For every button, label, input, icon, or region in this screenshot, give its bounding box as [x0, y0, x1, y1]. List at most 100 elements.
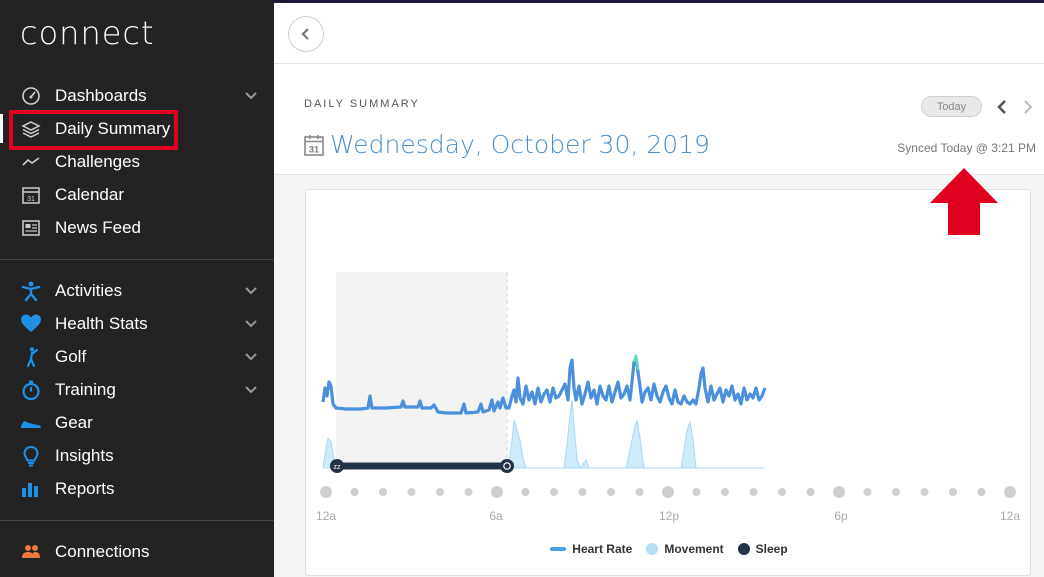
sidebar-item-reports[interactable]: Reports — [0, 472, 274, 505]
time-axis-dot — [692, 488, 701, 496]
sidebar-item-activities[interactable]: Activities — [0, 274, 274, 307]
sidebar-item-label: Golf — [55, 346, 87, 366]
time-axis-dot — [350, 488, 359, 496]
sidebar-item-label: Training — [55, 379, 116, 399]
calendar-day-number: 31 — [309, 144, 319, 154]
chevron-down-icon[interactable] — [244, 382, 258, 396]
time-axis-major-dot — [491, 486, 503, 498]
main-content: DAILY SUMMARY 31 Wednesday, October 30, … — [274, 3, 1044, 577]
app-logo[interactable]: connect — [20, 14, 155, 52]
daily-summary-header: DAILY SUMMARY 31 Wednesday, October 30, … — [274, 64, 1044, 175]
time-axis-major-dot — [662, 486, 674, 498]
sidebar-item-connections[interactable]: Connections — [0, 535, 274, 568]
chart-legend: Heart Rate Movement Sleep — [306, 542, 1032, 556]
today-button[interactable]: Today — [921, 96, 982, 117]
legend-label: Heart Rate — [572, 542, 633, 556]
time-axis-dot — [635, 488, 644, 496]
sidebar-item-label: Reports — [55, 478, 115, 498]
golfer-icon — [20, 346, 42, 368]
legend-swatch — [550, 547, 567, 551]
sidebar-item-label: Connections — [55, 541, 150, 561]
date-line: 31 Wednesday, October 30, 2019 — [304, 130, 710, 159]
sidebar-item-dashboards[interactable]: Dashboards — [0, 79, 274, 112]
sidebar-item-golf[interactable]: Golf — [0, 340, 274, 373]
time-axis-major-dot — [833, 486, 845, 498]
page-title-date: Wednesday, October 30, 2019 — [330, 130, 710, 159]
legend-swatch — [737, 543, 750, 555]
sidebar-group-tertiary: Connections — [0, 535, 274, 568]
time-axis: 12a 6a 12p 6p 12a — [316, 486, 1020, 523]
annotation-red-arrow — [930, 168, 998, 235]
x-tick-label: 6p — [834, 509, 848, 523]
annotation-highlight-box — [9, 110, 178, 150]
time-axis-dot — [778, 488, 786, 496]
bar-chart-icon — [20, 478, 42, 500]
previous-day-arrow-icon[interactable] — [994, 98, 1010, 116]
x-tick-label: 12a — [316, 509, 336, 523]
sidebar-item-label: Challenges — [55, 151, 141, 171]
legend-item-movement[interactable]: Movement — [646, 542, 724, 556]
trend-icon — [20, 151, 42, 173]
x-tick-label: 12a — [1000, 509, 1020, 523]
time-axis-dot — [407, 488, 416, 496]
synced-status: Synced Today @ 3:21 PM — [897, 141, 1036, 155]
time-axis-dot — [607, 488, 615, 496]
chevron-down-icon[interactable] — [244, 349, 258, 363]
time-axis-dot — [578, 488, 587, 496]
next-day-arrow-icon[interactable] — [1020, 98, 1036, 116]
time-axis-major-dot — [320, 486, 332, 498]
back-button[interactable] — [288, 16, 324, 52]
legend-swatch — [646, 543, 659, 555]
sidebar-item-label: Dashboards — [55, 85, 147, 105]
time-axis-dot — [892, 488, 900, 496]
svg-text:31: 31 — [27, 196, 35, 203]
sidebar-item-label: Activities — [55, 280, 123, 300]
sidebar-item-label: Gear — [55, 412, 93, 432]
legend-label: Sleep — [755, 542, 788, 556]
sidebar-item-insights[interactable]: Insights — [0, 439, 274, 472]
sidebar-item-calendar[interactable]: 31 Calendar — [0, 178, 274, 211]
chevron-down-icon[interactable] — [244, 283, 258, 297]
calendar-icon: 31 — [20, 184, 42, 206]
sidebar-item-health-stats[interactable]: Health Stats — [0, 307, 274, 340]
chevron-down-icon[interactable] — [244, 316, 258, 330]
sidebar-item-gear[interactable]: Gear — [0, 406, 274, 439]
time-axis-dot — [806, 488, 815, 496]
sleep-period-shading — [336, 272, 507, 468]
people-icon — [20, 541, 42, 563]
sidebar-item-training[interactable]: Training — [0, 373, 274, 406]
daily-chart-card: zz 12a 6a 12p 6p 12a Heart Rate Movement — [305, 189, 1031, 576]
x-tick-label: 12p — [659, 509, 679, 523]
lightbulb-icon — [20, 445, 42, 467]
legend-label: Movement — [664, 542, 724, 556]
time-axis-dot — [550, 488, 558, 496]
time-axis-dots — [320, 486, 1016, 498]
time-axis-dot — [464, 488, 473, 496]
sleep-start-glyph: zz — [334, 464, 342, 471]
chevron-down-icon[interactable] — [244, 88, 258, 102]
calendar-icon[interactable]: 31 — [304, 134, 324, 156]
sidebar-group-primary: Dashboards Daily Summary Challenges 31 C… — [0, 79, 274, 244]
chevron-left-icon — [301, 28, 309, 40]
time-axis-dot — [521, 488, 530, 496]
alarm-clock-icon — [500, 459, 514, 473]
sidebar-item-label: Health Stats — [55, 313, 148, 333]
sidebar-divider — [0, 520, 274, 521]
time-axis-major-dot — [1004, 486, 1016, 498]
time-axis-dot — [949, 488, 957, 496]
sidebar-item-label: News Feed — [55, 217, 141, 237]
time-axis-dot — [920, 488, 929, 496]
time-axis-dot — [863, 488, 872, 496]
legend-item-sleep[interactable]: Sleep — [737, 542, 788, 556]
stopwatch-icon — [20, 379, 42, 401]
sidebar: connect Dashboards Daily Summary Challen… — [0, 0, 274, 577]
time-axis-dot — [436, 488, 444, 496]
sidebar-item-label: Calendar — [55, 184, 124, 204]
time-axis-dot — [721, 488, 729, 496]
newspaper-icon — [20, 217, 42, 239]
gauge-icon — [20, 85, 42, 107]
time-axis-dot — [977, 488, 986, 496]
sidebar-item-news-feed[interactable]: News Feed — [0, 211, 274, 244]
top-header — [274, 3, 1044, 64]
legend-item-heart-rate[interactable]: Heart Rate — [550, 542, 632, 556]
